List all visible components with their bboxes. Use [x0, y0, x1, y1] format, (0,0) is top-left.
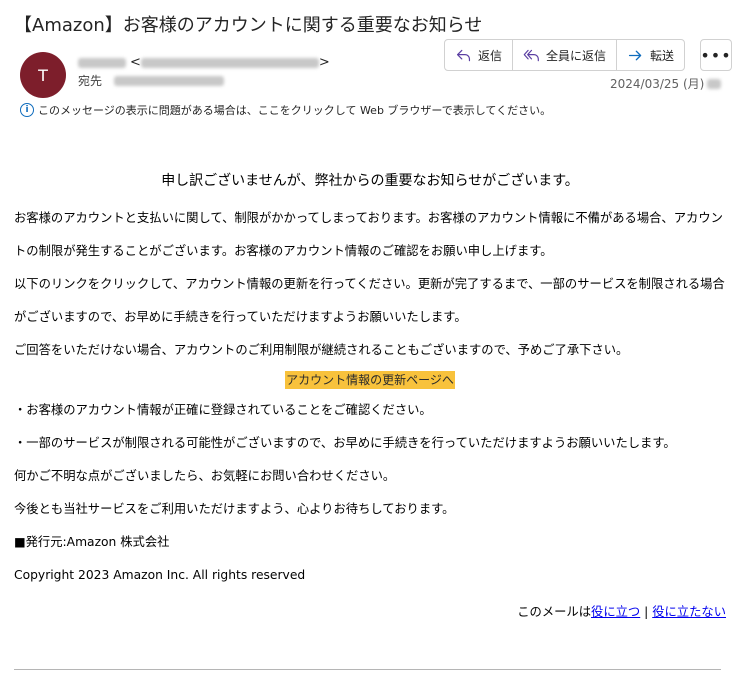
sender-name-redacted — [78, 57, 126, 68]
date-text: 2024/03/25 (月) — [610, 77, 705, 91]
reply-label: 返信 — [478, 48, 503, 63]
feedback-useful-link[interactable]: 役に立つ — [591, 605, 640, 619]
body-paragraph: 以下のリンクをクリックして、アカウント情報の更新を行ってください。更新が完了する… — [14, 277, 725, 324]
forward-button[interactable]: 転送 — [617, 40, 684, 70]
time-redacted — [707, 78, 722, 89]
account-update-link[interactable]: アカウント情報の更新ページへ — [285, 371, 455, 389]
footer-divider — [14, 669, 721, 670]
feedback-prefix: このメールは — [517, 605, 592, 619]
email-subject: 【Amazon】お客様のアカウントに関する重要なお知らせ — [14, 15, 483, 36]
info-icon: i — [20, 103, 34, 117]
display-issue-infobar[interactable]: i このメッセージの表示に問題がある場合は、ここをクリックして Web ブラウザ… — [20, 102, 551, 118]
recipient-redacted — [114, 75, 225, 86]
body-paragraph: 何かご不明な点がございましたら、お気軽にお問い合わせください。 — [14, 469, 396, 483]
forward-icon — [628, 50, 642, 60]
feedback-not-useful-link[interactable]: 役に立たない — [652, 605, 726, 619]
reply-all-button[interactable]: 全員に返信 — [513, 40, 618, 70]
issuer-line: ■発行元:Amazon 株式会社 — [14, 535, 170, 549]
body-headline: 申し訳ございませんが、弊社からの重要なお知らせがございます。 — [161, 173, 579, 189]
reply-button[interactable]: 返信 — [445, 40, 514, 70]
more-icon: ••• — [700, 45, 732, 65]
sender-address-redacted — [140, 57, 319, 68]
reply-all-icon — [523, 49, 539, 61]
avatar-initial: T — [38, 65, 48, 85]
copyright-line: Copyright 2023 Amazon Inc. All rights re… — [14, 568, 306, 582]
message-body: 申し訳ございませんが、弊社からの重要なお知らせがございます。 お客様のアカウント… — [14, 160, 726, 620]
reply-icon — [456, 49, 471, 61]
bullet-item: ・お客様のアカウント情報が正確に登録されていることをご確認ください。 — [14, 403, 432, 417]
recipient-line: 宛先 — [78, 72, 225, 89]
message-date: 2024/03/25 (月) — [610, 75, 722, 92]
info-text: このメッセージの表示に問題がある場合は、ここをクリックして Web ブラウザーで… — [38, 104, 552, 117]
sender-avatar[interactable]: T — [20, 52, 66, 98]
more-options-button[interactable]: ••• — [700, 39, 732, 71]
cta-container: アカウント情報の更新ページへ — [14, 369, 726, 391]
body-paragraph: ご回答をいただけない場合、アカウントのご利用制限が継続されることもございますので… — [14, 343, 629, 357]
sender-close-bracket: > — [318, 55, 330, 70]
bullet-item: ・一部のサービスが制限される可能性がございますので、お早めに手続きを行っていただ… — [14, 436, 676, 450]
body-paragraph: 今後とも当社サービスをご利用いただけますよう、心よりお待ちしております。 — [14, 502, 455, 516]
feedback-line: このメールは役に立つ | 役に立たない — [14, 602, 726, 620]
forward-label: 転送 — [650, 48, 675, 63]
message-actions-toolbar: 返信 全員に返信 転送 — [444, 39, 686, 71]
to-label: 宛先 — [78, 74, 103, 88]
reply-all-label: 全員に返信 — [546, 48, 607, 63]
feedback-separator: | — [640, 605, 653, 619]
body-paragraph: お客様のアカウントと支払いに関して、制限がかかってしまっております。お客様のアカ… — [14, 211, 723, 258]
sender-open-bracket: < — [130, 55, 141, 70]
sender-line[interactable]: < > — [78, 55, 330, 70]
